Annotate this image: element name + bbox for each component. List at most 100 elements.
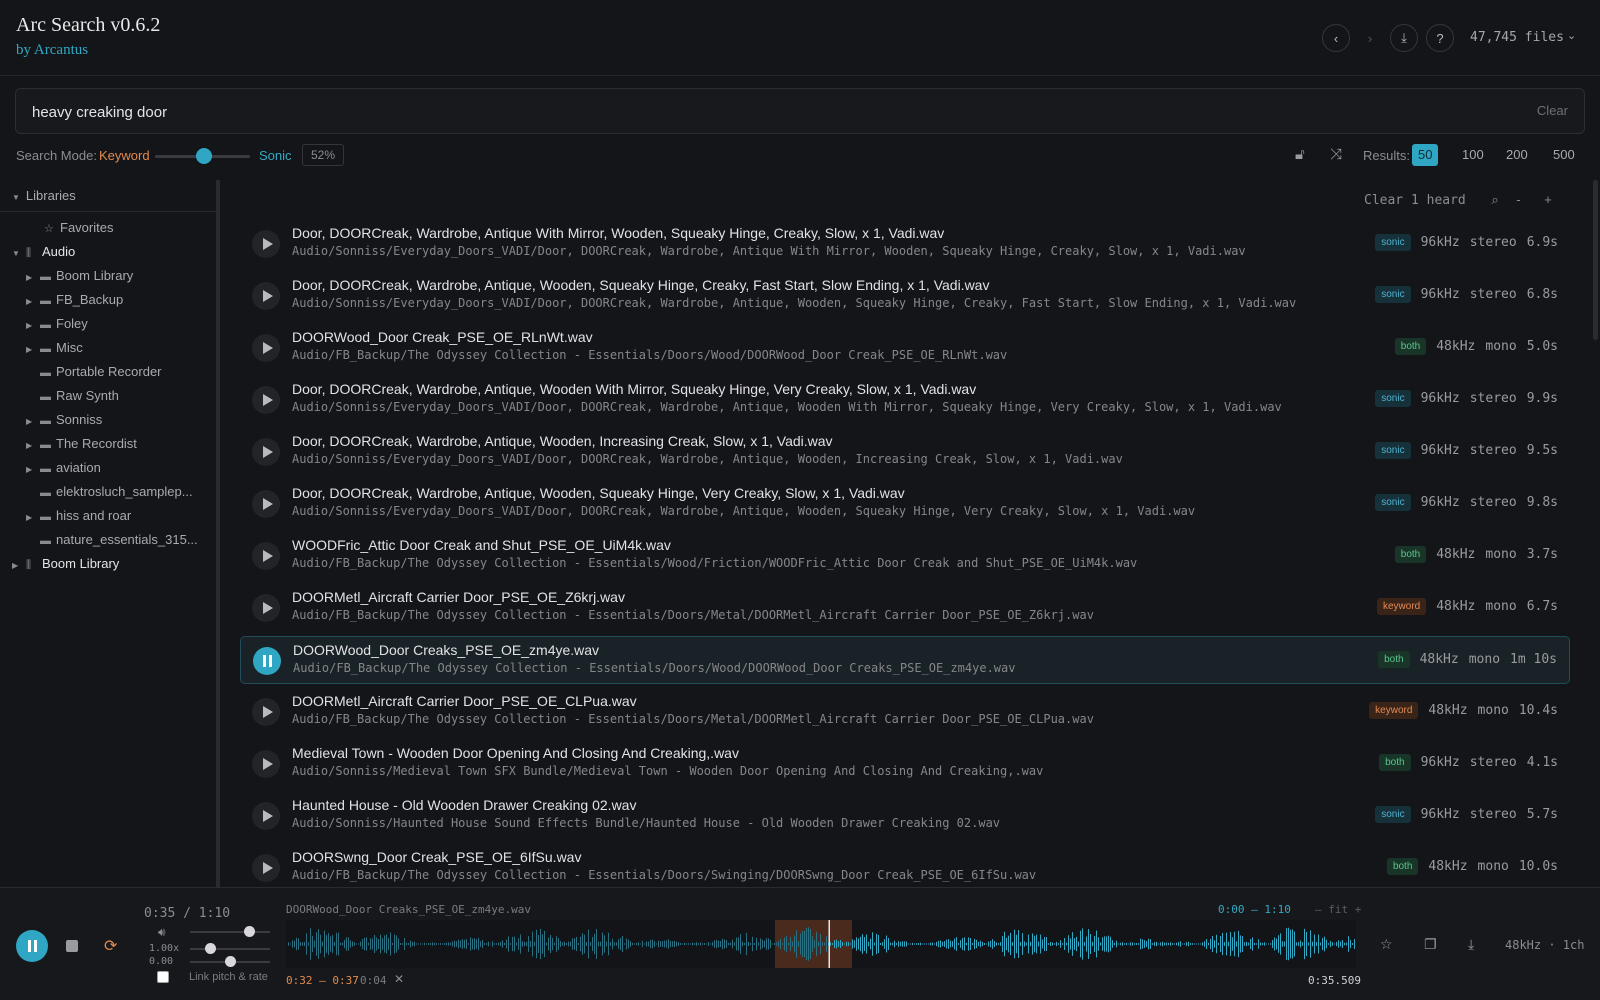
caret-icon[interactable]: ▶ [12, 561, 26, 570]
sidebar-folder-fb-backup[interactable]: ▶ ▬ FB_Backup [26, 292, 210, 316]
result-row[interactable]: Door, DOORCreak, Wardrobe, Antique, Wood… [240, 376, 1570, 424]
caret-icon[interactable]: ▼ [12, 249, 26, 258]
search-input[interactable] [32, 101, 1432, 123]
download-button[interactable]: ⤓ [1390, 24, 1418, 52]
caret-icon[interactable]: ▶ [26, 441, 40, 450]
play-button[interactable] [252, 334, 280, 362]
match-badge: both [1379, 754, 1411, 771]
sidebar-library-audio[interactable]: ▼ ⫼ Audio [12, 244, 210, 268]
play-button[interactable] [252, 230, 280, 258]
unlock-icon[interactable]: 🔓︎ [1295, 146, 1305, 163]
sidebar-folder-elektrosluch[interactable]: ▬ elektrosluch_samplep... [26, 484, 210, 508]
result-row[interactable]: Door, DOORCreak, Wardrobe, Antique, Wood… [240, 272, 1570, 320]
folder-icon: ▬ [40, 439, 51, 451]
shuffle-icon[interactable]: ⤨ [1330, 146, 1342, 163]
result-row[interactable]: WOODFric_Attic Door Creak and Shut_PSE_O… [240, 532, 1570, 580]
sidebar-folder-sonniss[interactable]: ▶ ▬ Sonniss [26, 412, 210, 436]
stop-icon[interactable] [66, 940, 78, 952]
chevron-down-icon[interactable]: ⌄ [1567, 29, 1576, 42]
zoom-out-icon[interactable]: - [1516, 192, 1520, 207]
caret-icon[interactable]: ▶ [26, 513, 40, 522]
mode-percent[interactable]: 52% [302, 144, 344, 166]
sidebar-folder-raw-synth[interactable]: ▬ Raw Synth [26, 388, 210, 412]
result-row[interactable]: Door, DOORCreak, Wardrobe, Antique, Wood… [240, 428, 1570, 476]
sidebar-library-boom-library[interactable]: ▶ ⫼ Boom Library [12, 556, 210, 580]
result-row[interactable]: DOORWood_Door Creaks_PSE_OE_zm4ye.wav Aud… [240, 636, 1570, 684]
result-row[interactable]: Door, DOORCreak, Wardrobe, Antique, Wood… [240, 480, 1570, 528]
play-button[interactable] [252, 802, 280, 830]
results-200-button[interactable]: 200 [1500, 144, 1534, 166]
back-button[interactable]: ‹ [1322, 24, 1350, 52]
results-100-button[interactable]: 100 [1456, 144, 1490, 166]
result-row[interactable]: DOORMetl_Aircraft Carrier Door_PSE_OE_CL… [240, 688, 1570, 736]
libraries-header[interactable]: ▼ Libraries [0, 180, 216, 212]
zoom-in-icon[interactable]: + [1544, 192, 1552, 207]
file-count[interactable]: 47,745 files [1470, 30, 1564, 45]
result-row[interactable]: DOORMetl_Aircraft Carrier Door_PSE_OE_Z6… [240, 584, 1570, 632]
loop-icon[interactable]: ⟳ [104, 936, 117, 956]
help-button[interactable]: ? [1426, 24, 1454, 52]
copy-icon[interactable]: ❐ [1424, 936, 1437, 953]
sidebar-folder-the-recordist[interactable]: ▶ ▬ The Recordist [26, 436, 210, 460]
duration: 4.1s [1526, 755, 1558, 770]
sonic-mode-label[interactable]: Sonic [259, 148, 292, 163]
keyword-mode-label[interactable]: Keyword [99, 148, 150, 163]
close-icon[interactable]: ✕ [394, 972, 404, 986]
star-icon[interactable]: ☆ [1380, 936, 1393, 953]
volume-icon: 🔊︎ [158, 925, 166, 939]
rate-thumb[interactable] [205, 943, 216, 954]
results-500-button[interactable]: 500 [1547, 144, 1581, 166]
pause-button[interactable] [16, 930, 48, 962]
play-button[interactable] [252, 854, 280, 882]
play-button[interactable] [252, 698, 280, 726]
sidebar-folder-aviation[interactable]: ▶ ▬ aviation [26, 460, 210, 484]
caret-icon[interactable]: ▶ [26, 345, 40, 354]
forward-button[interactable]: › [1356, 24, 1384, 52]
caret-icon[interactable]: ▶ [26, 465, 40, 474]
sidebar-folder-misc[interactable]: ▶ ▬ Misc [26, 340, 210, 364]
pitch-thumb[interactable] [225, 956, 236, 967]
volume-slider[interactable] [190, 931, 270, 933]
audio-format: 48kHz · 1ch [1505, 938, 1585, 952]
play-button[interactable] [252, 438, 280, 466]
clear-search-button[interactable]: Clear [1537, 103, 1568, 118]
caret-icon[interactable]: ▶ [26, 297, 40, 306]
play-button[interactable] [252, 542, 280, 570]
sidebar-folder-nature-essentials[interactable]: ▬ nature_essentials_315... [26, 532, 210, 556]
result-row[interactable]: Medieval Town - Wooden Door Opening And … [240, 740, 1570, 788]
waveform-fit-controls[interactable]: – fit + [1315, 903, 1361, 916]
search-icon[interactable]: ⌕ [1491, 192, 1498, 207]
download-icon[interactable]: ⤓ [1468, 936, 1474, 953]
play-button[interactable] [252, 490, 280, 518]
clear-heard-button[interactable]: Clear 1 heard [1364, 193, 1466, 208]
result-row[interactable]: Door, DOORCreak, Wardrobe, Antique With … [240, 220, 1570, 268]
mode-slider-thumb[interactable] [196, 148, 212, 164]
playhead[interactable] [828, 920, 830, 968]
results-50-button[interactable]: 50 [1412, 144, 1439, 166]
result-row[interactable]: DOORSwng_Door Creak_PSE_OE_6IfSu.wav Audi… [240, 844, 1570, 887]
play-button[interactable] [252, 594, 280, 622]
sidebar-folder-boom-library[interactable]: ▶ ▬ Boom Library [26, 268, 210, 292]
caret-icon[interactable]: ▶ [26, 321, 40, 330]
file-name: Haunted House - Old Wooden Drawer Creaki… [292, 797, 637, 813]
play-button[interactable] [252, 282, 280, 310]
sidebar-favorites-item[interactable]: ☆ Favorites [30, 220, 210, 244]
sidebar-folder-portable-recorder[interactable]: ▬ Portable Recorder [26, 364, 210, 388]
play-button[interactable] [252, 386, 280, 414]
waveform[interactable] [286, 920, 1356, 968]
volume-thumb[interactable] [244, 926, 255, 937]
caret-icon[interactable]: ▶ [26, 273, 40, 282]
play-button[interactable] [252, 750, 280, 778]
channels: mono [1477, 859, 1509, 874]
list-scrollbar[interactable] [1593, 180, 1598, 340]
file-path: Audio/Sonniss/Everyday_Doors_VADI/Door, … [292, 296, 1297, 310]
caret-icon[interactable]: ▶ [26, 417, 40, 426]
sidebar-folder-hiss-and-roar[interactable]: ▶ ▬ hiss and roar [26, 508, 210, 532]
result-row[interactable]: Haunted House - Old Wooden Drawer Creaki… [240, 792, 1570, 840]
result-row[interactable]: DOORWood_Door Creak_PSE_OE_RLnWt.wav Audi… [240, 324, 1570, 372]
play-icon [262, 342, 273, 354]
sidebar-folder-foley[interactable]: ▶ ▬ Foley [26, 316, 210, 340]
link-pitch-rate-checkbox[interactable] [157, 971, 169, 983]
rate-slider[interactable] [190, 948, 270, 950]
pause-button[interactable] [253, 647, 281, 675]
